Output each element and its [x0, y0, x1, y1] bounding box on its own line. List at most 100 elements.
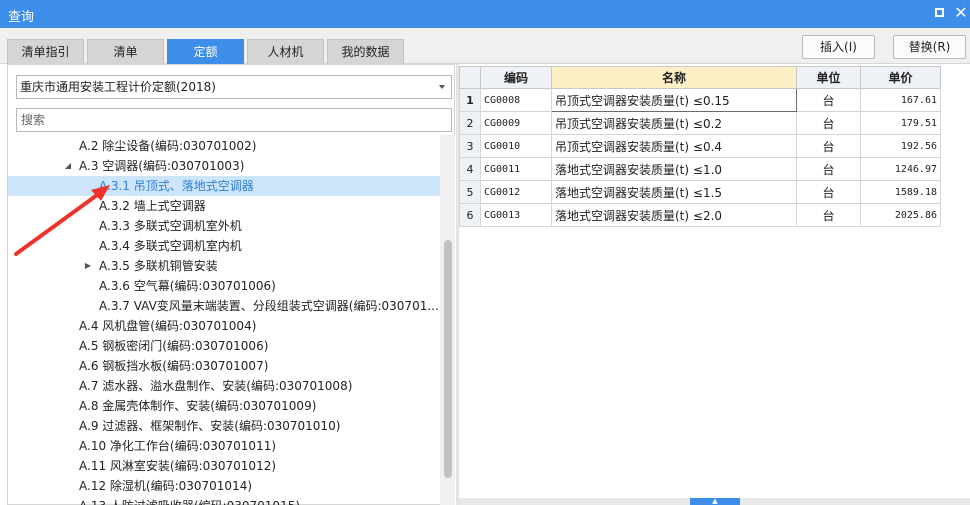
- quota-grid-pane: 编码 名称 单位 单价 1 CG0008 吊顶式空调器安装质量(t) ≤0.15 台 1…: [459, 64, 970, 505]
- tab-bill[interactable]: 清单: [87, 39, 164, 64]
- table-header-row: 编码 名称 单位 单价: [459, 66, 941, 89]
- table-row[interactable]: 4 CG0011 落地式空调器安装质量(t) ≤1.0 台 1246.97: [459, 157, 941, 181]
- tree-item-label: A.12 除湿机(编码:030701014): [79, 479, 253, 493]
- tree-item[interactable]: A.7 滤水器、溢水盘制作、安装(编码:030701008): [8, 376, 440, 396]
- cell-name[interactable]: 落地式空调器安装质量(t) ≤1.0: [551, 157, 797, 181]
- cell-price[interactable]: 1246.97: [860, 157, 941, 181]
- row-number[interactable]: 1: [459, 88, 481, 112]
- quota-tree-pane: 重庆市通用安装工程计价定额(2018) A.2 除尘设备(编码:03070100…: [7, 64, 455, 505]
- tab-quota[interactable]: 定额: [167, 39, 244, 64]
- tree-item[interactable]: A.4 风机盘管(编码:030701004): [8, 316, 440, 336]
- tab-my-data[interactable]: 我的数据: [327, 39, 404, 64]
- maximize-button[interactable]: [930, 4, 948, 22]
- tree-item[interactable]: ▶ A.3.5 多联机铜管安装: [8, 256, 440, 276]
- tree-item[interactable]: A.2 除尘设备(编码:030701002): [8, 136, 440, 156]
- column-header-unit[interactable]: 单位: [796, 66, 861, 89]
- tree-item[interactable]: A.12 除湿机(编码:030701014): [8, 476, 440, 496]
- tree-item-label: A.3.5 多联机铜管安装: [99, 259, 218, 273]
- splitter-grip[interactable]: ▲: [690, 498, 740, 505]
- cell-code[interactable]: CG0010: [480, 134, 552, 158]
- cell-unit[interactable]: 台: [796, 88, 861, 112]
- cell-unit[interactable]: 台: [796, 111, 861, 135]
- tree-item-label: A.3.6 空气幕(编码:030701006): [99, 279, 276, 293]
- cell-unit[interactable]: 台: [796, 203, 861, 227]
- title-bar: 查询 ✕: [0, 0, 970, 28]
- tree-item-label: A.3.1 吊顶式、落地式空调器: [99, 179, 254, 193]
- tree-item-label: A.3.3 多联式空调机室外机: [99, 219, 242, 233]
- tree-item[interactable]: A.3.3 多联式空调机室外机: [8, 216, 440, 236]
- toolbar: 清单指引 清单 定额 人材机 我的数据 插入(I) 替换(R): [0, 28, 970, 64]
- cell-price[interactable]: 179.51: [860, 111, 941, 135]
- tree-item[interactable]: A.9 过滤器、框架制作、安装(编码:030701010): [8, 416, 440, 436]
- tree-item[interactable]: A.3.4 多联式空调机室内机: [8, 236, 440, 256]
- tree-item-label: A.7 滤水器、溢水盘制作、安装(编码:030701008): [79, 379, 353, 393]
- search-input[interactable]: [16, 108, 452, 132]
- chevron-up-icon: ▲: [712, 497, 718, 505]
- tree-item[interactable]: A.3.7 VAV变风量末端装置、分段组装式空调器(编码:030701...: [8, 296, 440, 316]
- row-number[interactable]: 4: [459, 157, 481, 181]
- cell-code[interactable]: CG0011: [480, 157, 552, 181]
- replace-button[interactable]: 替换(R): [893, 35, 966, 59]
- tree-item[interactable]: A.13 人防过滤吸收器(编码:030701015): [8, 496, 440, 505]
- column-header-code[interactable]: 编码: [480, 66, 552, 89]
- table-row[interactable]: 6 CG0013 落地式空调器安装质量(t) ≤2.0 台 2025.86: [459, 203, 941, 227]
- tree-item-label: A.9 过滤器、框架制作、安装(编码:030701010): [79, 419, 341, 433]
- tree-item-label: A.8 金属壳体制作、安装(编码:030701009): [79, 399, 317, 413]
- table-row[interactable]: 1 CG0008 吊顶式空调器安装质量(t) ≤0.15 台 167.61: [459, 88, 941, 112]
- maximize-icon: [934, 8, 944, 17]
- cell-code[interactable]: CG0012: [480, 180, 552, 204]
- cell-unit[interactable]: 台: [796, 157, 861, 181]
- tree-item[interactable]: A.8 金属壳体制作、安装(编码:030701009): [8, 396, 440, 416]
- table-row[interactable]: 5 CG0012 落地式空调器安装质量(t) ≤1.5 台 1589.18: [459, 180, 941, 204]
- close-icon: ✕: [954, 3, 968, 22]
- cell-price[interactable]: 167.61: [860, 88, 941, 112]
- cell-price[interactable]: 1589.18: [860, 180, 941, 204]
- tree-item[interactable]: A.11 风淋室安装(编码:030701012): [8, 456, 440, 476]
- quota-table: 编码 名称 单位 单价 1 CG0008 吊顶式空调器安装质量(t) ≤0.15 台 1…: [459, 66, 941, 227]
- table-row[interactable]: 3 CG0010 吊顶式空调器安装质量(t) ≤0.4 台 192.56: [459, 134, 941, 158]
- cell-code[interactable]: CG0013: [480, 203, 552, 227]
- tree-item[interactable]: A.3.2 墙上式空调器: [8, 196, 440, 216]
- cell-price[interactable]: 192.56: [860, 134, 941, 158]
- tree-item[interactable]: A.3.6 空气幕(编码:030701006): [8, 276, 440, 296]
- tree-item-label: A.3.7 VAV变风量末端装置、分段组装式空调器(编码:030701...: [99, 299, 439, 313]
- tree-item[interactable]: ◢ A.3 空调器(编码:030701003): [8, 156, 440, 176]
- cell-name[interactable]: 吊顶式空调器安装质量(t) ≤0.2: [551, 111, 797, 135]
- cell-unit[interactable]: 台: [796, 134, 861, 158]
- tab-bill-guide[interactable]: 清单指引: [7, 39, 84, 64]
- table-row[interactable]: 2 CG0009 吊顶式空调器安装质量(t) ≤0.2 台 179.51: [459, 111, 941, 135]
- window-title: 查询: [8, 10, 35, 25]
- row-number[interactable]: 6: [459, 203, 481, 227]
- cell-name[interactable]: 吊顶式空调器安装质量(t) ≤0.15: [551, 88, 797, 112]
- cell-name[interactable]: 落地式空调器安装质量(t) ≤1.5: [551, 180, 797, 204]
- tree-scrollbar[interactable]: [440, 135, 455, 505]
- close-button[interactable]: ✕: [952, 4, 970, 22]
- tree-item-label: A.3 空调器(编码:030701003): [79, 159, 245, 173]
- tab-labor-material-machine[interactable]: 人材机: [247, 39, 324, 64]
- tree-item-label: A.6 钢板挡水板(编码:030701007): [79, 359, 269, 373]
- cell-unit[interactable]: 台: [796, 180, 861, 204]
- cell-name[interactable]: 落地式空调器安装质量(t) ≤2.0: [551, 203, 797, 227]
- tree-item[interactable]: A.10 净化工作台(编码:030701011): [8, 436, 440, 456]
- corner-cell: [459, 66, 481, 89]
- insert-button[interactable]: 插入(I): [802, 35, 875, 59]
- column-header-price[interactable]: 单价: [860, 66, 941, 89]
- cell-code[interactable]: CG0008: [480, 88, 552, 112]
- row-number[interactable]: 2: [459, 111, 481, 135]
- column-header-name[interactable]: 名称: [551, 66, 797, 89]
- tree-item-label: A.3.2 墙上式空调器: [99, 199, 206, 213]
- row-number[interactable]: 5: [459, 180, 481, 204]
- row-number[interactable]: 3: [459, 134, 481, 158]
- quota-library-dropdown[interactable]: 重庆市通用安装工程计价定额(2018): [16, 75, 452, 99]
- tree-item-label: A.3.4 多联式空调机室内机: [99, 239, 242, 253]
- tree-item[interactable]: A.6 钢板挡水板(编码:030701007): [8, 356, 440, 376]
- tree-expanded-icon[interactable]: ◢: [63, 156, 73, 176]
- cell-name[interactable]: 吊顶式空调器安装质量(t) ≤0.4: [551, 134, 797, 158]
- cell-code[interactable]: CG0009: [480, 111, 552, 135]
- tree-item-label: A.2 除尘设备(编码:030701002): [79, 139, 257, 153]
- tree-collapsed-icon[interactable]: ▶: [83, 256, 93, 276]
- tree-item[interactable]: A.3.1 吊顶式、落地式空调器: [8, 176, 440, 196]
- scrollbar-thumb[interactable]: [444, 240, 452, 478]
- cell-price[interactable]: 2025.86: [860, 203, 941, 227]
- tree-item[interactable]: A.5 钢板密闭门(编码:030701006): [8, 336, 440, 356]
